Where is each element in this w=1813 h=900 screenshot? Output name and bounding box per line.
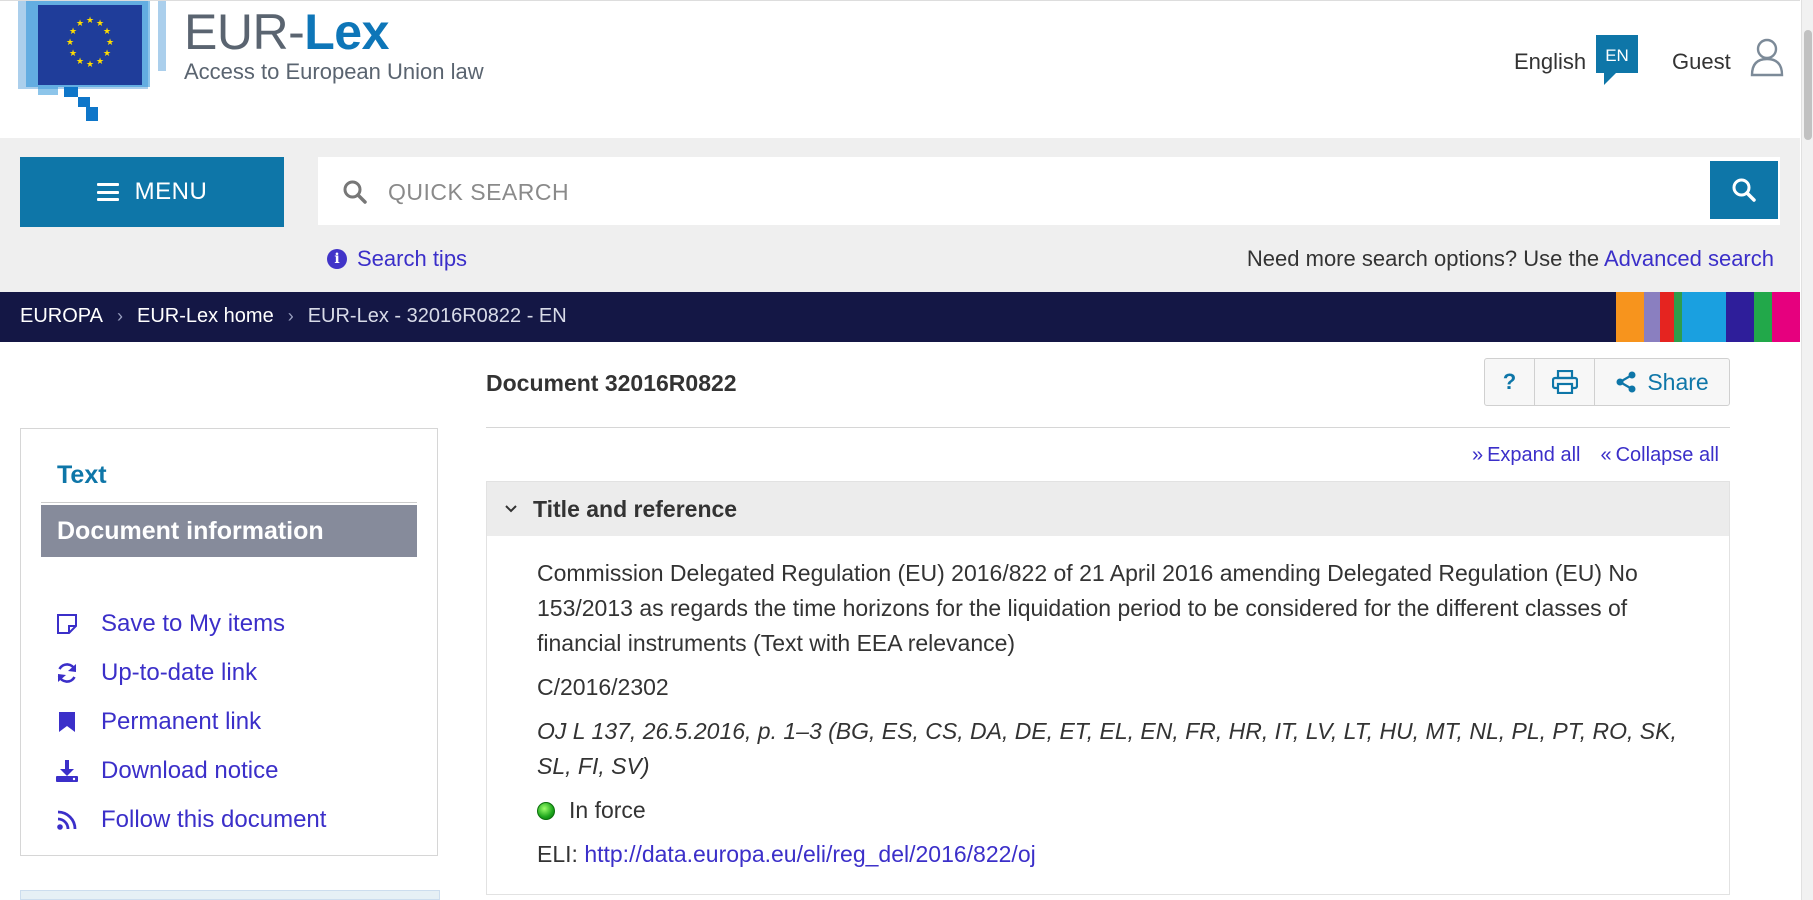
eli-reference: ELI: http://data.europa.eu/eli/reg_del/2… (537, 837, 1707, 872)
divider (486, 427, 1730, 428)
download-icon (53, 757, 81, 785)
print-button[interactable] (1535, 359, 1595, 405)
svg-text:★: ★ (103, 49, 111, 59)
bookmark-icon (53, 708, 81, 736)
download-notice-link[interactable]: Download notice (101, 757, 278, 785)
help-button[interactable]: ? (1485, 359, 1535, 405)
eli-link[interactable]: http://data.europa.eu/eli/reg_del/2016/8… (584, 841, 1035, 867)
language-code: EN (1605, 46, 1629, 65)
tab-text[interactable]: Text (57, 461, 107, 490)
collapse-all-label: Collapse all (1615, 444, 1719, 466)
breadcrumb-europa[interactable]: EUROPA (20, 305, 103, 328)
note-icon (53, 610, 81, 638)
eli-label: ELI: (537, 841, 585, 867)
follow-this-document[interactable]: Follow this document (53, 795, 326, 844)
info-icon: i (327, 249, 347, 269)
document-full-title: Commission Delegated Regulation (EU) 201… (537, 560, 1638, 656)
section-title: Title and reference (533, 495, 738, 522)
search-submit-button[interactable] (1710, 161, 1778, 219)
refresh-icon (53, 659, 81, 687)
quick-search-box (318, 157, 1780, 225)
share-icon (1616, 371, 1636, 393)
brand-lex: Lex (304, 4, 389, 60)
status-dot-icon (537, 801, 555, 820)
advanced-search-link[interactable]: Advanced search (1604, 246, 1774, 271)
user-icon[interactable] (1750, 37, 1784, 77)
collapse-all-link[interactable]: «Collapse all (1600, 444, 1719, 467)
language-selector[interactable]: English (1514, 49, 1586, 75)
svg-text:★: ★ (86, 16, 94, 26)
breadcrumb-current: EUR-Lex - 32016R0822 - EN (307, 305, 567, 327)
status-text: In force (569, 797, 646, 823)
color-stripes (1616, 292, 1800, 342)
expand-all-label: Expand all (1487, 444, 1581, 466)
user-name[interactable]: Guest (1672, 49, 1731, 75)
document-sidebar: Text Document information Save to My ite… (20, 428, 438, 856)
print-icon (1551, 370, 1578, 394)
brand-subtitle: Access to European Union law (184, 59, 484, 84)
scrollbar-thumb[interactable] (1804, 30, 1812, 140)
document-reference: C/2016/2302 (537, 674, 669, 700)
search-icon (343, 180, 367, 204)
up-to-date-link[interactable]: Up-to-date link (53, 648, 326, 697)
search-submit-icon (1732, 178, 1756, 202)
more-options-text: Need more search options? Use the (1246, 246, 1604, 271)
svg-text:★: ★ (76, 57, 84, 67)
search-tips[interactable]: i Search tips (327, 246, 467, 272)
svg-text:★: ★ (86, 60, 94, 70)
advanced-search-prompt: Need more search options? Use the Advanc… (1247, 246, 1774, 272)
help-icon: ? (1502, 369, 1517, 394)
double-chevron-down-icon: » (1471, 444, 1484, 466)
permanent-link-text[interactable]: Permanent link (101, 708, 261, 736)
section-toggle[interactable]: Title and reference (487, 482, 1729, 536)
tab-document-information[interactable]: Document information (41, 505, 417, 557)
title-and-reference-section: Title and reference Commission Delegated… (486, 481, 1730, 895)
brand-title[interactable]: EUR-Lex (184, 3, 389, 61)
up-to-date-link-text[interactable]: Up-to-date link (101, 659, 257, 687)
permanent-link[interactable]: Permanent link (53, 697, 326, 746)
breadcrumb: EUROPA › EUR-Lex home › EUR-Lex - 32016R… (0, 292, 1800, 342)
page-title: Document 32016R0822 (486, 370, 737, 396)
section-body: Commission Delegated Regulation (EU) 201… (537, 556, 1707, 881)
svg-text:★: ★ (69, 49, 77, 59)
page-scrollbar[interactable] (1801, 0, 1813, 900)
site-header: ★ ★ ★ ★ ★ ★ ★ ★ ★ ★ ★ ★ EUR-Lex Access to Europe… (0, 0, 1800, 138)
search-band: MENU i Search tips Need more search opti… (0, 138, 1800, 292)
chevron-down-icon (505, 505, 517, 513)
double-chevron-up-icon: « (1600, 444, 1612, 466)
divider (41, 502, 417, 503)
menu-button[interactable]: MENU (20, 157, 284, 227)
svg-text:★: ★ (66, 38, 74, 48)
language-badge-icon[interactable]: EN (1596, 35, 1638, 85)
svg-text:★: ★ (76, 19, 84, 29)
follow-this-document-link[interactable]: Follow this document (101, 806, 326, 834)
share-label: Share (1647, 368, 1709, 395)
search-tips-link[interactable]: Search tips (357, 246, 467, 272)
menu-label: MENU (134, 178, 208, 205)
menu-icon (96, 183, 119, 201)
save-to-my-items-link[interactable]: Save to My items (101, 610, 285, 638)
next-panel-edge (20, 890, 440, 900)
download-notice[interactable]: Download notice (53, 746, 326, 795)
expand-all-link[interactable]: » Expand all (1472, 444, 1581, 467)
brand-eur: EUR- (184, 4, 305, 60)
expand-collapse-controls: » Expand all «Collapse all (1472, 444, 1719, 467)
official-journal-reference: OJ L 137, 26.5.2016, p. 1–3 (BG, ES, CS,… (537, 718, 1677, 779)
eur-lex-logo[interactable]: ★ ★★ ★★★ ★★★ ★★★ (18, 1, 168, 123)
svg-text:★: ★ (103, 27, 111, 37)
share-button[interactable]: Share (1595, 359, 1729, 405)
chevron-right-icon: › (116, 306, 123, 326)
svg-text:★: ★ (106, 38, 114, 48)
save-to-my-items[interactable]: Save to My items (53, 599, 326, 648)
chevron-right-icon: › (287, 306, 294, 326)
breadcrumb-home[interactable]: EUR-Lex home (137, 305, 274, 328)
rss-icon (53, 806, 81, 834)
quick-search-input[interactable] (388, 171, 1668, 213)
svg-text:★: ★ (96, 57, 104, 67)
document-toolbar: ? Share (1484, 358, 1730, 406)
status-badge: In force (537, 793, 1707, 828)
